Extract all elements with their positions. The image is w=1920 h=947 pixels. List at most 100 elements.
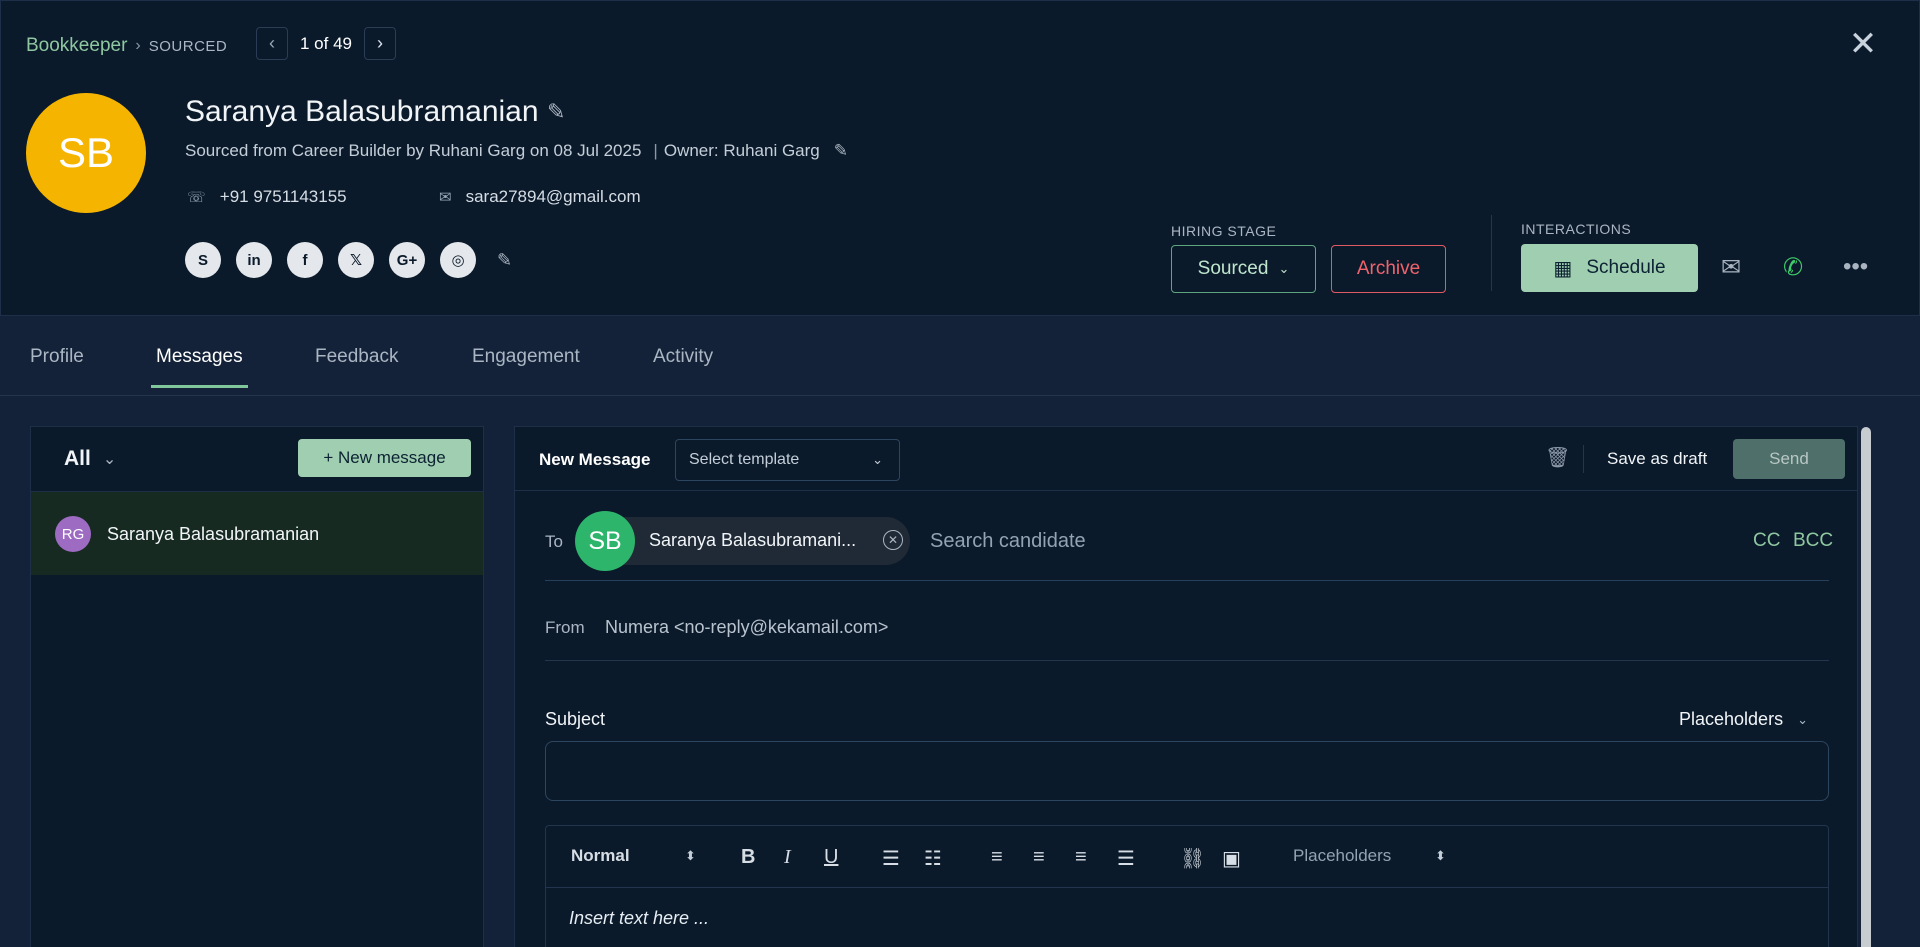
editor-toolbar: Normal ⬍ B I U ☰ ☷ ≡ ≡ ≡ ☰ ⛓ ▣ Placehold…	[546, 826, 1828, 888]
mail-icon[interactable]: ✉	[1721, 253, 1741, 282]
scrollbar[interactable]	[1859, 427, 1873, 947]
candidate-email[interactable]: ✉ sara27894@gmail.com	[439, 187, 641, 207]
align-left-icon[interactable]: ≡	[991, 846, 1003, 869]
ordered-list-icon[interactable]: ☰	[882, 846, 900, 871]
phone-value: +91 9751143155	[219, 187, 347, 206]
message-composer: New Message Select template ⌄ 🗑 Save as …	[514, 426, 1871, 947]
thread-item[interactable]: RG Saranya Balasubramanian	[31, 491, 483, 575]
recipient-name: Saranya Balasubramani...	[649, 530, 857, 550]
placeholders-label: Placeholders	[1679, 709, 1784, 729]
composer-header: New Message Select template ⌄ 🗑 Save as …	[515, 427, 1857, 491]
pencil-icon[interactable]: ✎	[547, 99, 565, 125]
align-center-icon[interactable]: ≡	[1033, 846, 1045, 869]
previous-candidate-button[interactable]: ‹	[256, 27, 288, 60]
editor-body[interactable]: Insert text here ...	[569, 908, 709, 929]
tab-profile[interactable]: Profile	[30, 346, 84, 368]
candidate-name: Saranya Balasubramanian	[185, 95, 539, 128]
social-glyph: 𝕏	[349, 252, 363, 269]
tab-activity[interactable]: Activity	[653, 346, 713, 368]
tab-feedback[interactable]: Feedback	[315, 346, 398, 368]
candidate-header: Bookkeeper › SOURCED ‹ 1 of 49 › ✕ SB Sa…	[0, 0, 1920, 316]
from-value: Numera <no-reply@kekamail.com>	[605, 617, 889, 637]
to-row: To SB Saranya Balasubramani... ✕ CC BCC	[545, 511, 1833, 581]
breadcrumb-job-link[interactable]: Bookkeeper	[26, 35, 127, 57]
new-message-button[interactable]: + New message	[298, 439, 471, 477]
subject-label: Subject	[545, 709, 606, 729]
align-justify-icon[interactable]: ☰	[1117, 846, 1135, 871]
template-select[interactable]: Select template ⌄	[675, 439, 900, 481]
search-candidate-input[interactable]	[930, 530, 1430, 553]
bcc-button[interactable]: BCC	[1793, 530, 1833, 552]
active-tab-indicator	[151, 385, 248, 388]
globe-icon[interactable]: ◎	[440, 242, 476, 278]
link-icon[interactable]: ⛓	[1180, 846, 1205, 871]
filter-value: All	[64, 447, 91, 470]
more-icon[interactable]: •••	[1843, 253, 1868, 281]
x-twitter-icon[interactable]: 𝕏	[338, 242, 374, 278]
email-value: sara27894@gmail.com	[465, 187, 641, 206]
close-button[interactable]: ✕	[1846, 27, 1880, 63]
pager-count: 1 of 49	[300, 33, 352, 53]
facebook-icon[interactable]: f	[287, 242, 323, 278]
avatar: RG	[55, 516, 91, 552]
pencil-icon[interactable]: ✎	[497, 250, 512, 271]
italic-icon[interactable]: I	[784, 846, 791, 869]
chevron-down-icon: ⌄	[102, 451, 117, 468]
breadcrumb-stage: SOURCED	[148, 37, 228, 55]
social-glyph: in	[247, 251, 261, 269]
schedule-button[interactable]: ▦ Schedule	[1521, 244, 1698, 292]
thread-name: Saranya Balasubramanian	[107, 524, 320, 544]
from-label: From	[545, 618, 585, 637]
avatar: SB	[575, 511, 635, 571]
updown-icon[interactable]: ⬍	[1435, 848, 1446, 864]
chevron-right-icon: ›	[135, 37, 141, 54]
updown-icon[interactable]: ⬍	[685, 848, 696, 864]
tab-messages[interactable]: Messages	[156, 346, 243, 368]
avatar-initials: SB	[57, 129, 115, 176]
bullet-list-icon[interactable]: ☷	[924, 846, 942, 871]
interactions-label: INTERACTIONS	[1521, 221, 1632, 237]
phone-icon: ☏	[187, 189, 206, 206]
google-plus-icon[interactable]: G+	[389, 242, 425, 278]
pencil-icon[interactable]: ✎	[834, 141, 848, 161]
image-icon[interactable]: ▣	[1222, 846, 1241, 871]
align-right-icon[interactable]: ≡	[1075, 846, 1087, 869]
breadcrumb: Bookkeeper › SOURCED	[26, 35, 227, 57]
social-links: S in f 𝕏 G+ ◎ ✎	[185, 242, 512, 278]
schedule-label: Schedule	[1586, 257, 1666, 278]
thread-filter-dropdown[interactable]: All ⌄	[64, 447, 116, 471]
next-candidate-button[interactable]: ›	[364, 27, 396, 60]
candidate-phone[interactable]: ☏ +91 9751143155	[187, 187, 347, 207]
text-style-select[interactable]: Normal	[571, 846, 630, 866]
underline-icon[interactable]: U	[824, 846, 838, 869]
skype-icon[interactable]: S	[185, 242, 221, 278]
body-placeholders-select[interactable]: Placeholders	[1293, 846, 1391, 866]
divider	[1491, 215, 1492, 291]
hiring-stage-dropdown[interactable]: Sourced ⌄	[1171, 245, 1316, 293]
meta-divider: |	[653, 141, 658, 160]
whatsapp-icon[interactable]: ✆	[1783, 253, 1803, 282]
linkedin-icon[interactable]: in	[236, 242, 272, 278]
archive-button[interactable]: Archive	[1331, 245, 1446, 293]
avatar-initials: RG	[61, 525, 85, 543]
calendar-icon: ▦	[1553, 257, 1573, 280]
save-draft-button[interactable]: Save as draft	[1607, 449, 1707, 469]
bold-icon[interactable]: B	[741, 846, 755, 869]
send-button[interactable]: Send	[1733, 439, 1845, 479]
scrollbar-thumb[interactable]	[1861, 427, 1871, 947]
chevron-left-icon: ‹	[269, 33, 275, 53]
divider	[1583, 445, 1584, 473]
template-placeholder: Select template	[689, 451, 800, 468]
remove-recipient-icon[interactable]: ✕	[883, 530, 903, 550]
composer-title: New Message	[539, 450, 651, 469]
message-editor: Normal ⬍ B I U ☰ ☷ ≡ ≡ ≡ ☰ ⛓ ▣ Placehold…	[545, 825, 1829, 947]
subject-placeholders-dropdown[interactable]: Placeholders ⌄	[1679, 709, 1808, 730]
mail-icon: ✉	[439, 189, 452, 206]
hiring-stage-label: HIRING STAGE	[1171, 223, 1277, 239]
message-threads-panel: All ⌄ + New message RG Saranya Balasubra…	[30, 426, 484, 947]
subject-input[interactable]	[545, 741, 1829, 801]
trash-icon[interactable]: 🗑	[1545, 445, 1570, 470]
chevron-down-icon: ⌄	[1797, 711, 1808, 727]
tab-engagement[interactable]: Engagement	[472, 346, 580, 368]
cc-button[interactable]: CC	[1753, 530, 1780, 552]
